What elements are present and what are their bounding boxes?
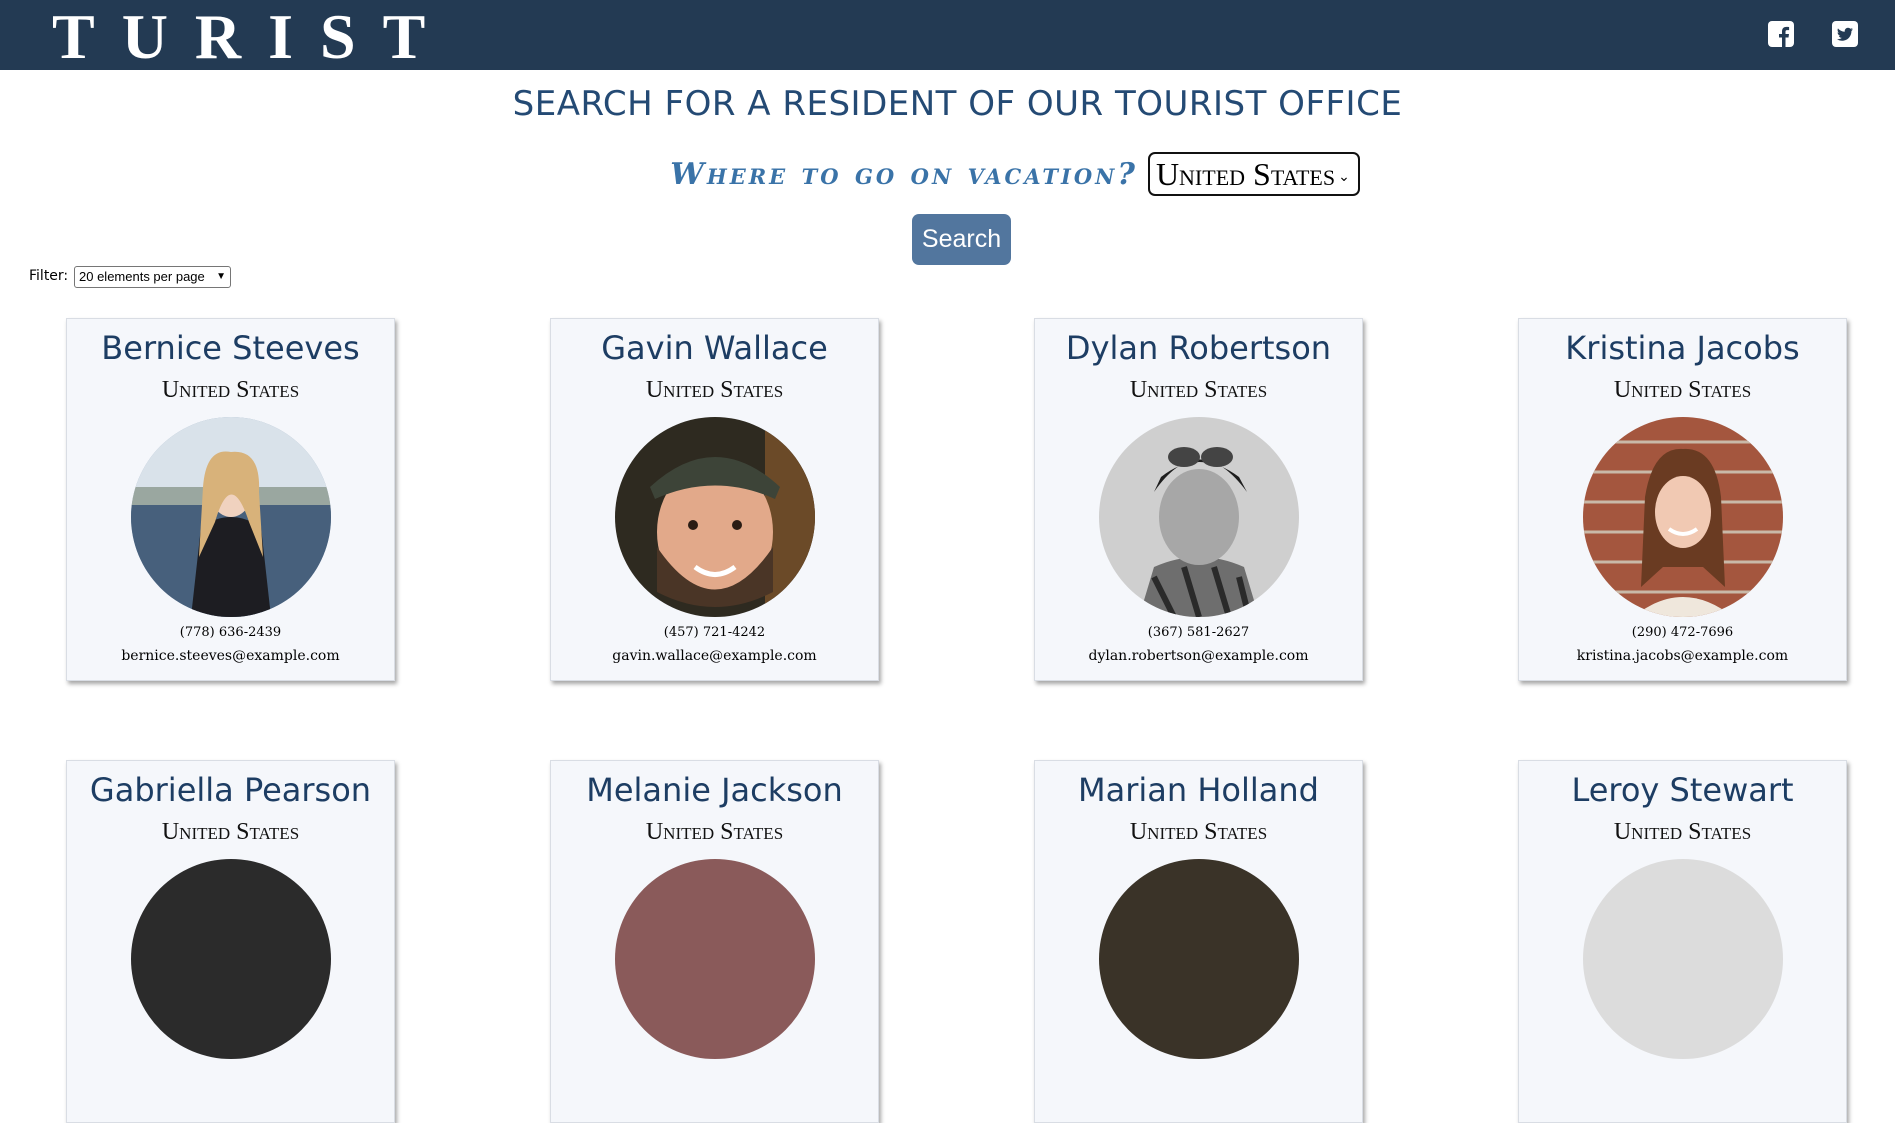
resident-country: United States bbox=[645, 377, 784, 403]
resident-card[interactable]: Gavin Wallace United States (457) 721-42… bbox=[550, 318, 879, 681]
resident-country: United States bbox=[1613, 377, 1752, 403]
chevron-down-icon: ▼ bbox=[216, 271, 226, 282]
avatar bbox=[1099, 859, 1299, 1059]
resident-name: Gavin Wallace bbox=[601, 329, 828, 367]
resident-phone: (457) 721-4242 bbox=[663, 625, 766, 640]
resident-phone: (367) 581-2627 bbox=[1147, 625, 1250, 640]
resident-card[interactable]: Gabriella Pearson United States bbox=[66, 760, 395, 1123]
vacation-label: Where to go on vacation? bbox=[670, 156, 1138, 192]
resident-email[interactable]: bernice.steeves@example.com bbox=[67, 648, 394, 664]
search-button[interactable]: Search bbox=[912, 214, 1011, 265]
avatar bbox=[131, 417, 331, 617]
resident-country: United States bbox=[645, 819, 784, 845]
country-select[interactable]: United States ⌄ bbox=[1147, 152, 1360, 196]
resident-email[interactable]: dylan.robertson@example.com bbox=[1035, 648, 1362, 664]
chevron-down-icon: ⌄ bbox=[1338, 169, 1350, 185]
resident-phone: (778) 636-2439 bbox=[179, 625, 282, 640]
avatar bbox=[1099, 417, 1299, 617]
vacation-row: Where to go on vacation? United States ⌄ bbox=[0, 152, 1895, 196]
resident-card[interactable]: Melanie Jackson United States bbox=[550, 760, 879, 1123]
resident-name: Melanie Jackson bbox=[586, 771, 843, 809]
resident-country: United States bbox=[161, 377, 300, 403]
filter-select-value: 20 elements per page bbox=[79, 269, 205, 284]
resident-phone: (290) 472-7696 bbox=[1631, 625, 1734, 640]
facebook-icon[interactable] bbox=[1767, 20, 1795, 48]
resident-country: United States bbox=[1129, 819, 1268, 845]
brand-logo[interactable]: TURIST bbox=[52, 2, 452, 72]
resident-card[interactable]: Kristina Jacobs United States (290) 472-… bbox=[1518, 318, 1847, 681]
resident-name: Gabriella Pearson bbox=[89, 771, 372, 809]
resident-card[interactable]: Bernice Steeves United States (778) 636-… bbox=[66, 318, 395, 681]
avatar bbox=[1583, 859, 1783, 1059]
avatar bbox=[615, 859, 815, 1059]
resident-name: Bernice Steeves bbox=[101, 329, 360, 367]
avatar bbox=[1583, 417, 1783, 617]
filter-label: Filter: bbox=[29, 268, 69, 284]
page-title: SEARCH FOR A RESIDENT OF OUR TOURIST OFF… bbox=[512, 84, 1403, 124]
resident-name: Marian Holland bbox=[1078, 771, 1319, 809]
resident-card[interactable]: Dylan Robertson United States (367) 581-… bbox=[1034, 318, 1363, 681]
resident-name: Dylan Robertson bbox=[1065, 329, 1332, 367]
resident-email[interactable]: gavin.wallace@example.com bbox=[551, 648, 878, 664]
resident-country: United States bbox=[1613, 819, 1752, 845]
resident-card[interactable]: Marian Holland United States bbox=[1034, 760, 1363, 1123]
avatar bbox=[131, 859, 331, 1059]
country-select-value: United States bbox=[1155, 156, 1336, 192]
resident-country: United States bbox=[161, 819, 300, 845]
resident-country: United States bbox=[1129, 377, 1268, 403]
top-bar: TURIST bbox=[0, 0, 1895, 72]
resident-card[interactable]: Leroy Stewart United States bbox=[1518, 760, 1847, 1123]
twitter-icon[interactable] bbox=[1831, 20, 1859, 48]
resident-email[interactable]: kristina.jacobs@example.com bbox=[1519, 648, 1846, 664]
filter-select[interactable]: 20 elements per page ▼ bbox=[74, 266, 231, 288]
resident-name: Leroy Stewart bbox=[1571, 771, 1794, 809]
avatar bbox=[615, 417, 815, 617]
resident-name: Kristina Jacobs bbox=[1565, 329, 1800, 367]
